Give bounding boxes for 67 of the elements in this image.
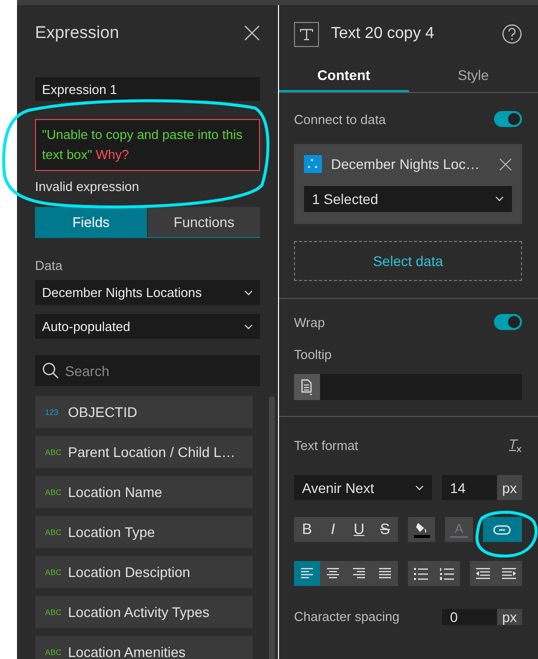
- setting-label: Wrap: [294, 314, 325, 330]
- section-label: Text format: [294, 438, 358, 453]
- selection-dropdown[interactable]: 1 Selected: [304, 186, 512, 212]
- field-item[interactable]: ABC Location Name: [35, 476, 253, 508]
- field-item[interactable]: ABC Location Amenities: [35, 636, 253, 659]
- chevron-down-icon: [495, 196, 504, 202]
- chevron-down-icon: [244, 324, 253, 330]
- remove-icon[interactable]: [499, 158, 512, 170]
- data-source-name: December Nights Loc…: [331, 156, 481, 172]
- field-item[interactable]: ABC Location Activity Types: [35, 596, 253, 628]
- link-icon: [493, 524, 512, 534]
- field-item[interactable]: ABC Location Type: [35, 516, 253, 548]
- character-spacing-field[interactable]: 0 px: [442, 608, 522, 624]
- chevron-down-icon: [244, 290, 253, 296]
- tab[interactable]: Fields: [35, 207, 147, 237]
- expression-name-field[interactable]: Expression 1: [35, 77, 260, 101]
- panel-title: Expression: [35, 23, 120, 43]
- field-type-label: ABC: [45, 568, 61, 576]
- section-label: Data: [35, 258, 64, 273]
- close-icon[interactable]: [244, 25, 260, 41]
- panel-title: Text 20 copy 4: [331, 25, 436, 43]
- tab[interactable]: Style: [408, 60, 538, 92]
- align-justify-icon: [379, 568, 391, 579]
- bullet-list-icon: [414, 568, 428, 580]
- field-type-label: ABC: [45, 608, 61, 616]
- chevron-down-icon: [415, 484, 424, 490]
- numbered-list-icon: [440, 568, 454, 580]
- field-type-label: ABC: [45, 448, 61, 456]
- paint-bucket-icon: [412, 520, 431, 538]
- field-type-label: ABC: [45, 488, 61, 496]
- font-dropdown[interactable]: Avenir Next: [294, 475, 432, 500]
- setting-label: Connect to data: [294, 112, 386, 126]
- align-center-icon: [327, 568, 339, 579]
- field-type-label: 123: [45, 408, 60, 416]
- setting-label: Character spacing: [294, 609, 400, 624]
- toggle-switch[interactable]: [494, 314, 522, 330]
- help-icon[interactable]: [502, 24, 522, 44]
- outdent-icon: [476, 568, 490, 579]
- align-button[interactable]: [294, 561, 320, 586]
- link-button[interactable]: [482, 517, 522, 542]
- select-data-button[interactable]: Select data: [294, 241, 522, 281]
- indent-icon: [502, 568, 516, 579]
- field-type-label: ABC: [45, 528, 61, 536]
- search-icon: [42, 362, 59, 379]
- mode-dropdown[interactable]: Auto-populated: [35, 314, 260, 339]
- field-type-label: ABC: [45, 648, 61, 656]
- scrollbar[interactable]: [269, 396, 275, 659]
- setting-label: Tooltip: [294, 347, 333, 362]
- tooltip-field[interactable]: [294, 374, 522, 400]
- search-field[interactable]: Search: [35, 355, 260, 386]
- validation-message: Invalid expression: [35, 179, 140, 194]
- align-left-icon: [301, 568, 313, 579]
- toggle-switch[interactable]: [494, 111, 522, 127]
- expression-editor[interactable]: "Unable to copy and paste into this text box" Why?: [35, 119, 260, 171]
- field-item[interactable]: ABC Parent Location / Child L…: [35, 436, 253, 468]
- tab[interactable]: Functions: [148, 207, 260, 237]
- tab[interactable]: Content: [279, 60, 408, 92]
- font-size-field[interactable]: 14 px: [442, 475, 522, 500]
- fill-color-button[interactable]: [408, 517, 436, 542]
- data-source-dropdown[interactable]: December Nights Locations: [35, 280, 260, 305]
- clear-format-icon[interactable]: [508, 438, 522, 452]
- field-item[interactable]: 123 OBJECTID: [35, 396, 253, 428]
- text-element-icon: [294, 22, 319, 46]
- align-right-icon: [353, 568, 365, 579]
- dataset-icon: [304, 155, 322, 173]
- field-item[interactable]: ABC Location Desciption: [35, 556, 253, 588]
- document-icon: [301, 378, 313, 396]
